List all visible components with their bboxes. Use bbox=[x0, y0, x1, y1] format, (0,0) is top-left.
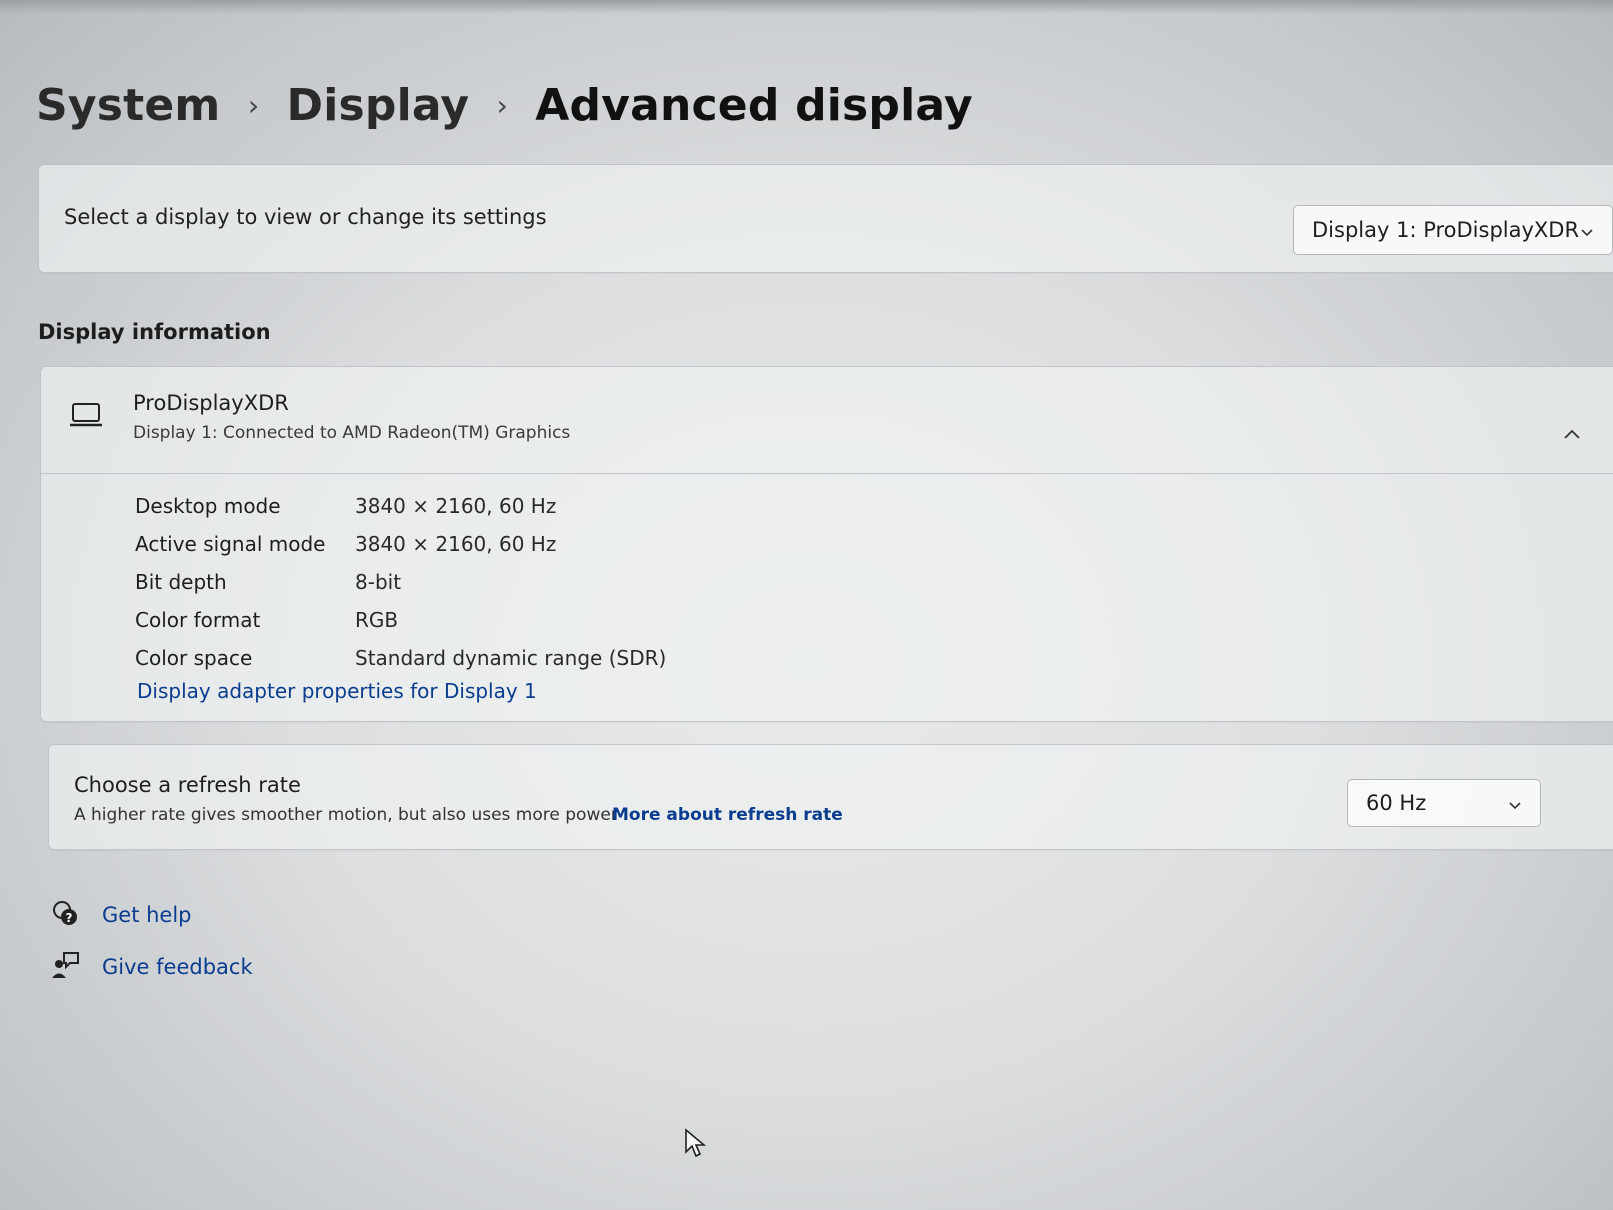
property-label: Color space bbox=[135, 646, 253, 670]
breadcrumb-system[interactable]: System bbox=[36, 80, 220, 131]
get-help-label: Get help bbox=[102, 903, 192, 927]
breadcrumb: System › Display › Advanced display bbox=[36, 70, 973, 140]
mouse-cursor-icon bbox=[684, 1128, 707, 1162]
page-title: Advanced display bbox=[535, 79, 973, 131]
property-label: Desktop mode bbox=[135, 494, 281, 518]
chevron-down-icon bbox=[1508, 791, 1522, 815]
property-row: Color space Standard dynamic range (SDR) bbox=[135, 639, 666, 677]
give-feedback-label: Give feedback bbox=[102, 955, 253, 979]
breadcrumb-display[interactable]: Display bbox=[286, 80, 469, 131]
display-select-dropdown[interactable]: Display 1: ProDisplayXDR bbox=[1293, 205, 1613, 255]
property-value: RGB bbox=[355, 608, 399, 632]
property-value: 3840 × 2160, 60 Hz bbox=[355, 532, 557, 556]
chevron-up-icon[interactable] bbox=[1563, 425, 1581, 444]
property-row: Desktop mode 3840 × 2160, 60 Hz bbox=[135, 487, 666, 525]
display-select-value: Display 1: ProDisplayXDR bbox=[1312, 218, 1580, 242]
refresh-rate-card: Choose a refresh rate A higher rate give… bbox=[48, 744, 1613, 850]
display-properties: Desktop mode 3840 × 2160, 60 Hz Active s… bbox=[135, 487, 666, 677]
display-connection: Display 1: Connected to AMD Radeon(TM) G… bbox=[133, 423, 571, 443]
chevron-down-icon bbox=[1580, 218, 1594, 242]
breadcrumb-separator: › bbox=[247, 88, 260, 122]
property-row: Color format RGB bbox=[135, 601, 666, 639]
display-information-card: ProDisplayXDR Display 1: Connected to AM… bbox=[40, 366, 1613, 722]
display-select-card: Select a display to view or change its s… bbox=[38, 164, 1613, 273]
property-value: 8-bit bbox=[355, 570, 402, 594]
get-help-link[interactable]: ? Get help bbox=[50, 898, 192, 932]
display-select-label: Select a display to view or change its s… bbox=[64, 205, 547, 229]
svg-text:?: ? bbox=[66, 911, 73, 925]
refresh-rate-dropdown[interactable]: 60 Hz bbox=[1347, 779, 1541, 827]
property-label: Active signal mode bbox=[135, 532, 326, 556]
display-name: ProDisplayXDR bbox=[133, 391, 289, 415]
refresh-rate-value: 60 Hz bbox=[1366, 791, 1427, 815]
breadcrumb-separator: › bbox=[496, 88, 508, 122]
feedback-icon bbox=[50, 950, 80, 984]
monitor-icon bbox=[69, 401, 103, 433]
more-about-refresh-rate-link[interactable]: More about refresh rate bbox=[612, 805, 843, 825]
display-adapter-properties-link[interactable]: Display adapter properties for Display 1 bbox=[137, 679, 537, 703]
property-row: Active signal mode 3840 × 2160, 60 Hz bbox=[135, 525, 666, 563]
refresh-rate-title: Choose a refresh rate bbox=[74, 773, 301, 797]
property-label: Color format bbox=[135, 608, 261, 632]
property-label: Bit depth bbox=[135, 570, 227, 594]
refresh-rate-description: A higher rate gives smoother motion, but… bbox=[74, 805, 618, 825]
help-icon: ? bbox=[50, 898, 80, 932]
display-information-heading: Display information bbox=[38, 320, 271, 344]
give-feedback-link[interactable]: Give feedback bbox=[50, 950, 253, 984]
property-row: Bit depth 8-bit bbox=[135, 563, 666, 601]
property-value: Standard dynamic range (SDR) bbox=[355, 646, 667, 670]
property-value: 3840 × 2160, 60 Hz bbox=[355, 494, 557, 518]
display-info-header[interactable]: ProDisplayXDR Display 1: Connected to AM… bbox=[41, 367, 1613, 474]
top-edge-shadow bbox=[0, 0, 1613, 14]
